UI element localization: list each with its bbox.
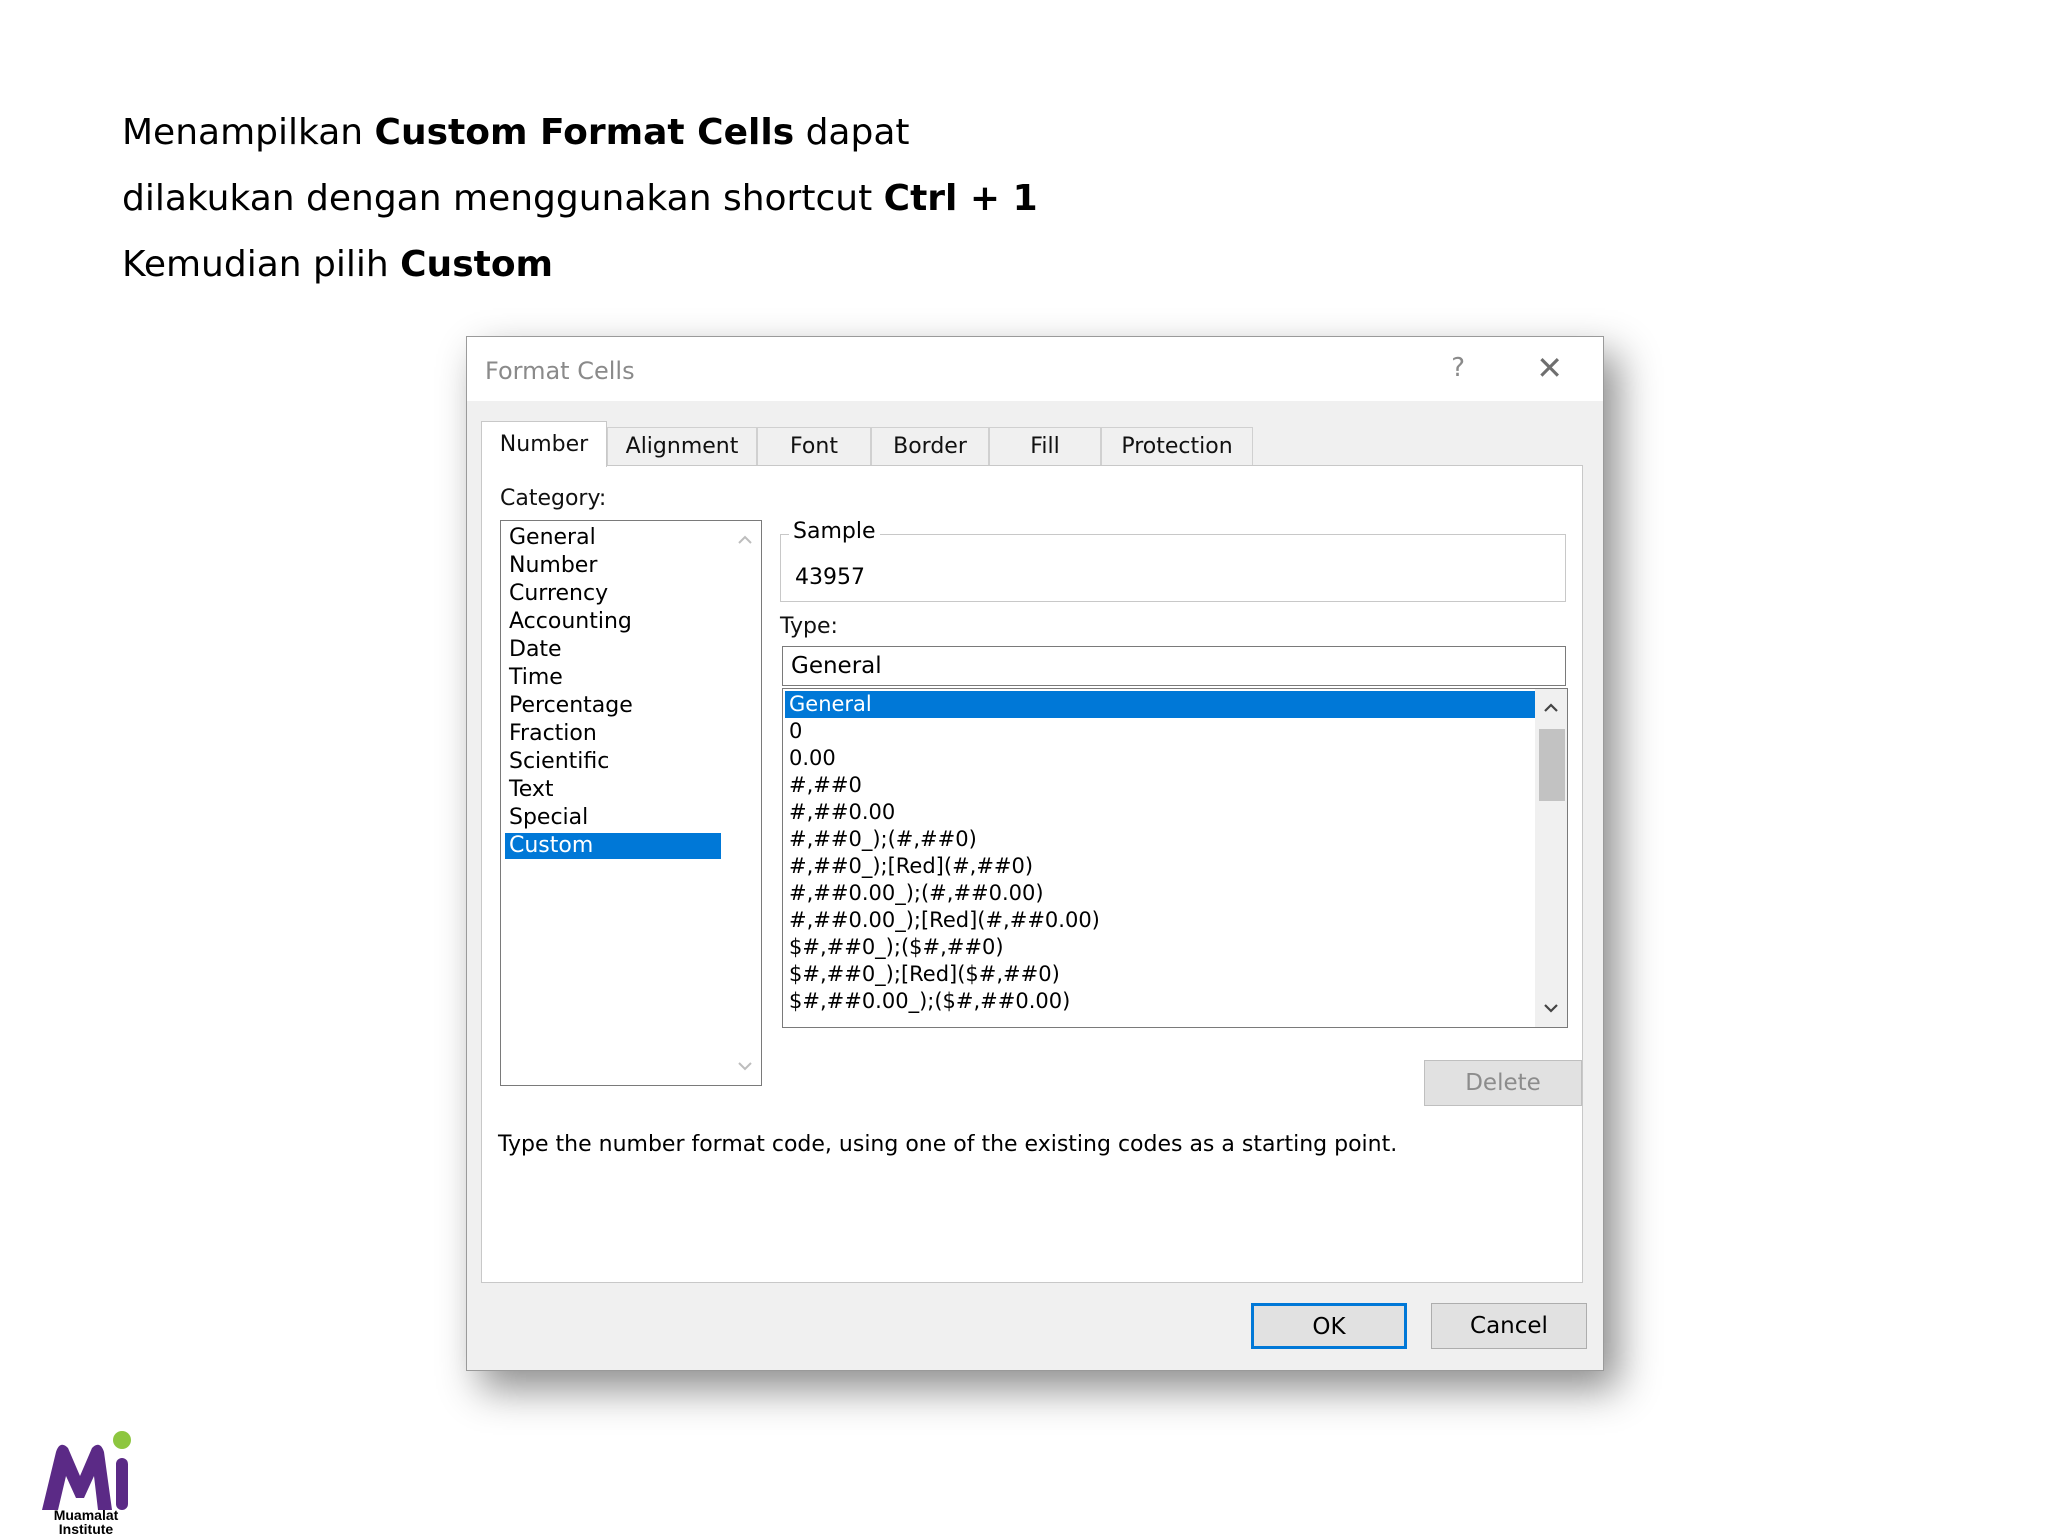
type-item[interactable]: #,##0_);[Red](#,##0): [785, 853, 1535, 880]
category-item[interactable]: Time: [505, 665, 721, 691]
intro-line-1-bold: Custom Format Cells: [374, 112, 795, 153]
type-item[interactable]: 0.00: [785, 745, 1535, 772]
sample-group: Sample 43957: [780, 519, 1566, 602]
type-item-general[interactable]: General: [785, 691, 1535, 718]
intro-line-2-bold: Ctrl + 1: [883, 178, 1038, 219]
type-item[interactable]: $#,##0_);[Red]($#,##0): [785, 961, 1535, 988]
type-list[interactable]: General 0 0.00 #,##0 #,##0.00 #,##0_);(#…: [782, 688, 1568, 1028]
cancel-button[interactable]: Cancel: [1431, 1303, 1587, 1349]
category-scrollbar[interactable]: [733, 523, 757, 1083]
intro-text: Menampilkan Custom Format Cells dapat di…: [122, 100, 1038, 298]
close-icon[interactable]: ✕: [1536, 349, 1563, 387]
type-item[interactable]: $#,##0_);($#,##0): [785, 934, 1535, 961]
category-item[interactable]: Currency: [505, 581, 721, 607]
delete-button[interactable]: Delete: [1424, 1060, 1582, 1106]
type-item[interactable]: #,##0.00_);[Red](#,##0.00): [785, 907, 1535, 934]
number-tab-panel: Category: General Number Currency Accoun…: [481, 465, 1583, 1283]
description-text: Type the number format code, using one o…: [498, 1132, 1398, 1157]
intro-line-1: Menampilkan Custom Format Cells dapat: [122, 100, 1038, 166]
type-item[interactable]: $#,##0.00_);($#,##0.00): [785, 988, 1535, 1015]
type-input[interactable]: General: [782, 646, 1566, 686]
dialog-title: Format Cells: [485, 357, 635, 385]
logo-text-line-2: Institute: [58, 1521, 114, 1537]
intro-line-2: dilakukan dengan menggunakan shortcut Ct…: [122, 166, 1038, 232]
tab-border[interactable]: Border: [871, 427, 989, 465]
tab-alignment[interactable]: Alignment: [607, 427, 757, 465]
type-item[interactable]: #,##0.00: [785, 799, 1535, 826]
category-item[interactable]: Text: [505, 777, 721, 803]
category-item[interactable]: Accounting: [505, 609, 721, 635]
type-scroll-thumb[interactable]: [1539, 729, 1565, 801]
intro-line-1-tail: dapat: [794, 112, 910, 153]
type-item[interactable]: #,##0_);(#,##0): [785, 826, 1535, 853]
category-item[interactable]: Number: [505, 553, 721, 579]
category-item[interactable]: Percentage: [505, 693, 721, 719]
dialog-titlebar: Format Cells ? ✕: [467, 337, 1603, 401]
intro-line-1-text: Menampilkan: [122, 112, 375, 153]
logo-text: Muamalat Institute: [40, 1508, 132, 1536]
sample-value: 43957: [795, 565, 865, 590]
category-item[interactable]: General: [505, 525, 721, 551]
logo-text-line-1: Muamalat: [53, 1507, 119, 1523]
category-item[interactable]: Scientific: [505, 749, 721, 775]
intro-line-3-text: Kemudian pilih: [122, 244, 401, 285]
intro-line-3-bold: Custom: [400, 244, 554, 285]
category-item[interactable]: Special: [505, 805, 721, 831]
format-cells-dialog: Format Cells ? ✕ Number Alignment Font B…: [466, 336, 1604, 1371]
type-item[interactable]: #,##0: [785, 772, 1535, 799]
tab-number[interactable]: Number: [481, 421, 607, 467]
tab-protection[interactable]: Protection: [1101, 427, 1253, 465]
type-label: Type:: [780, 614, 838, 639]
help-button[interactable]: ?: [1451, 353, 1465, 383]
intro-line-3: Kemudian pilih Custom: [122, 232, 1038, 298]
ok-button[interactable]: OK: [1251, 1303, 1407, 1349]
category-list[interactable]: General Number Currency Accounting Date …: [500, 520, 762, 1086]
intro-line-2-text: dilakukan dengan menggunakan shortcut: [122, 178, 884, 219]
category-item[interactable]: Fraction: [505, 721, 721, 747]
sample-label: Sample: [789, 519, 880, 544]
category-scroll-arrows: [738, 535, 752, 1071]
type-scrollbar[interactable]: [1535, 689, 1567, 1027]
type-item[interactable]: #,##0.00_);(#,##0.00): [785, 880, 1535, 907]
category-item-custom[interactable]: Custom: [505, 833, 721, 859]
category-item[interactable]: Date: [505, 637, 721, 663]
tab-fill[interactable]: Fill: [989, 427, 1101, 465]
type-item[interactable]: 0: [785, 718, 1535, 745]
tab-font[interactable]: Font: [757, 427, 871, 465]
category-label: Category:: [500, 486, 607, 511]
